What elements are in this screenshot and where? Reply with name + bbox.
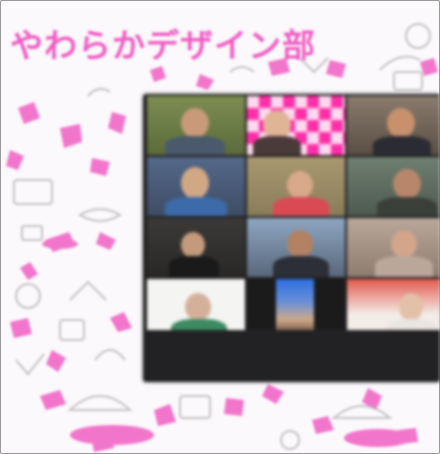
participant-body: [273, 197, 329, 216]
participant-body: [273, 256, 329, 277]
participant-body: [375, 256, 433, 277]
participant-body: [169, 256, 219, 277]
participant-tile[interactable]: [247, 157, 345, 216]
participant-body: [253, 136, 301, 155]
video-call-window: [143, 94, 440, 382]
participant-tile[interactable]: [347, 218, 440, 277]
participant-tile[interactable]: [147, 218, 245, 277]
participant-face: [181, 167, 209, 199]
participant-face: [287, 230, 313, 258]
participant-tile[interactable]: [247, 218, 345, 277]
participant-body: [373, 136, 431, 155]
participant-tile[interactable]: [247, 96, 345, 155]
participant-face: [181, 108, 209, 138]
participant-tile[interactable]: [147, 96, 245, 155]
participant-face: [399, 293, 423, 321]
participant-tile[interactable]: [147, 157, 245, 216]
participant-face: [185, 293, 211, 321]
participant-photo: [276, 279, 314, 337]
participant-body: [377, 197, 437, 216]
participant-face: [391, 230, 417, 258]
page-title: やわらかデザイン部: [10, 26, 316, 65]
participant-body: [165, 136, 225, 155]
participant-face: [393, 169, 421, 199]
participant-tile[interactable]: [347, 96, 440, 155]
participant-face: [181, 232, 205, 258]
participant-face: [287, 171, 313, 199]
participant-face: [387, 108, 415, 138]
participant-grid: [147, 96, 440, 338]
participant-tile[interactable]: [347, 157, 440, 216]
participant-body: [165, 197, 227, 216]
name-labels-row: [143, 348, 440, 368]
